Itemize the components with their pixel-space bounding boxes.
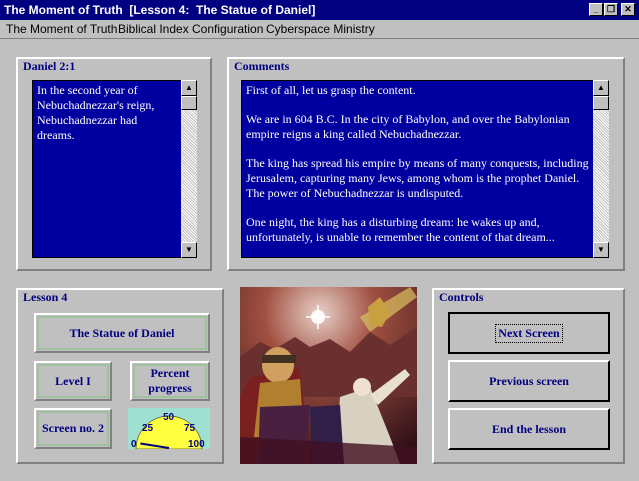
comments-scrollbar[interactable]: ▲ ▼: [593, 80, 609, 258]
end-lesson-label: End the lesson: [491, 421, 567, 436]
controls-panel: Controls Next Screen Previous screen End…: [432, 288, 625, 464]
progress-gauge-svg: 25 50 75 0 100: [131, 412, 205, 450]
end-lesson-button[interactable]: End the lesson: [448, 408, 610, 450]
controls-panel-title: Controls: [439, 290, 484, 304]
comments-panel-title: Comments: [234, 59, 290, 73]
menu-moment-of-truth[interactable]: The Moment of Truth: [6, 20, 117, 39]
daniel-and-king-illustration: [240, 287, 417, 464]
menu-biblical-index[interactable]: Biblical Index: [118, 20, 189, 39]
scroll-up-icon[interactable]: ▲: [593, 80, 609, 96]
gauge-tick-label: 25: [142, 423, 154, 434]
comment-paragraph: The king has spread his empire by means …: [246, 156, 589, 200]
gauge-tick-label: 50: [163, 412, 175, 423]
lesson-level: Level I: [34, 361, 112, 401]
minimize-button[interactable]: _: [589, 3, 603, 16]
menu-bar: The Moment of Truth Biblical Index Confi…: [0, 20, 639, 39]
gauge-tick-label: 75: [184, 423, 196, 434]
comment-paragraph: One night, the king has a disturbing dre…: [246, 215, 555, 244]
lesson-illustration: [240, 287, 417, 464]
comments-scroll-thumb[interactable]: [593, 96, 609, 110]
menu-cyberspace-ministry[interactable]: Cyberspace Ministry: [266, 20, 375, 39]
scroll-down-icon[interactable]: ▼: [181, 242, 197, 258]
gauge-tick-label: 0: [131, 439, 137, 449]
progress-gauge: 25 50 75 0 100: [128, 408, 210, 450]
lesson-panel: Lesson 4 The Statue of Daniel Level I Pe…: [16, 288, 224, 464]
gauge-tick-label: 100: [188, 439, 205, 449]
window-title: The Moment of Truth [Lesson 4: The Statu…: [4, 3, 316, 17]
verse-panel-title: Daniel 2:1: [23, 59, 76, 73]
comments-panel: Comments First of all, let us grasp the …: [227, 57, 625, 271]
lesson-panel-title: Lesson 4: [23, 290, 68, 304]
scroll-up-icon[interactable]: ▲: [181, 80, 197, 96]
verse-scroll-thumb[interactable]: [181, 96, 197, 110]
progress-label: Percent progress: [130, 361, 210, 401]
close-button[interactable]: ✕: [621, 3, 635, 16]
next-screen-label: Next Screen: [495, 323, 563, 343]
menu-configuration[interactable]: Configuration: [192, 20, 263, 39]
window-title-bar: The Moment of Truth [Lesson 4: The Statu…: [0, 0, 639, 20]
verse-scrollbar[interactable]: ▲ ▼: [181, 80, 197, 258]
restore-button[interactable]: ❐: [604, 3, 618, 16]
verse-text: In the second year of Nebuchadnezzar's r…: [32, 80, 182, 258]
comments-text: First of all, let us grasp the content. …: [241, 80, 594, 258]
scroll-down-icon[interactable]: ▼: [593, 242, 609, 258]
lesson-name: The Statue of Daniel: [34, 313, 210, 353]
comment-paragraph: First of all, let us grasp the content.: [246, 83, 416, 97]
comment-paragraph: We are in 604 B.C. In the city of Babylo…: [246, 112, 570, 141]
previous-screen-button[interactable]: Previous screen: [448, 360, 610, 402]
previous-screen-label: Previous screen: [489, 373, 569, 388]
next-screen-button[interactable]: Next Screen: [448, 312, 610, 354]
verse-panel: Daniel 2:1 In the second year of Nebucha…: [16, 57, 212, 271]
screen-number: Screen no. 2: [34, 408, 112, 449]
